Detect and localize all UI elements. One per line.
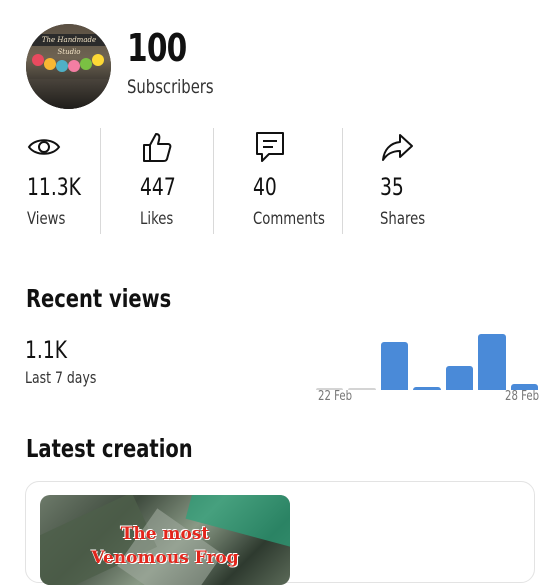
chart-bar[interactable] <box>478 334 506 390</box>
stat-value: 35 <box>380 173 404 201</box>
subscriber-label: Subscribers <box>127 76 214 98</box>
chart-bar[interactable] <box>380 341 409 390</box>
thumbnail-title-line1: The most <box>120 524 210 544</box>
channel-avatar[interactable]: The Handmade Studio <box>26 24 111 109</box>
stats-row: 11.3K Views 447 Likes 40 Comments 35 Sha… <box>0 128 560 234</box>
avatar-shop-counter <box>26 79 111 109</box>
recent-views-chart[interactable] <box>316 330 538 390</box>
comment-icon <box>256 132 284 162</box>
thumbnail-title-line2: Venomous Frog <box>91 548 239 568</box>
latest-creation-card[interactable]: The most Venomous Frog <box>25 481 535 585</box>
stat-divider <box>213 128 214 234</box>
recent-views-value: 1.1K <box>25 336 68 364</box>
video-thumbnail[interactable]: The most Venomous Frog <box>40 495 290 585</box>
chart-start-date: 22 Feb <box>318 389 353 404</box>
share-icon <box>382 134 413 161</box>
stat-divider <box>100 128 101 234</box>
subscriber-count: 100 <box>127 26 187 70</box>
stat-divider <box>342 128 343 234</box>
avatar-bunting <box>32 54 104 72</box>
recent-views-title: Recent views <box>26 284 172 313</box>
stat-label: Comments <box>253 209 325 229</box>
latest-creation-title: Latest creation <box>26 434 193 463</box>
stat-value: 11.3K <box>27 173 81 201</box>
avatar-sign-text: The Handmade Studio <box>32 34 106 56</box>
thumbs-up-icon <box>143 133 172 162</box>
chart-end-date: 28 Feb <box>505 389 540 404</box>
recent-views-period: Last 7 days <box>25 368 97 387</box>
stat-label: Shares <box>380 209 426 229</box>
chart-bar[interactable] <box>413 386 441 390</box>
stat-value: 40 <box>253 173 277 201</box>
stat-value: 447 <box>140 173 176 201</box>
stat-label: Likes <box>140 209 174 229</box>
chart-bar[interactable] <box>445 366 474 390</box>
eye-icon <box>27 139 61 155</box>
stat-label: Views <box>27 209 66 229</box>
